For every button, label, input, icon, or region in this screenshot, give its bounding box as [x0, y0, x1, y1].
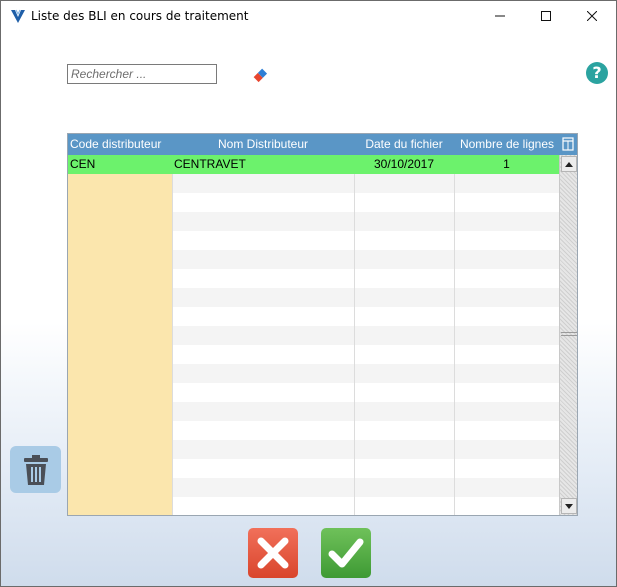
- table-row[interactable]: [68, 212, 559, 231]
- table-row[interactable]: [68, 288, 559, 307]
- maximize-icon: [541, 11, 551, 21]
- table-row[interactable]: [68, 497, 559, 515]
- cell-date: 30/10/2017: [373, 157, 435, 171]
- column-header-code[interactable]: Code distributeur: [70, 134, 172, 155]
- table-row[interactable]: [68, 383, 559, 402]
- checkmark-icon: [328, 538, 364, 568]
- eraser-icon[interactable]: [251, 66, 269, 84]
- table-row[interactable]: [68, 231, 559, 250]
- column-header-date[interactable]: Date du fichier: [354, 134, 454, 155]
- cell-nombre: 1: [503, 157, 510, 171]
- table-row[interactable]: [68, 478, 559, 497]
- minimize-button[interactable]: [477, 1, 523, 31]
- table-row[interactable]: [68, 174, 559, 193]
- scroll-down-icon: [565, 503, 573, 509]
- column-config-icon[interactable]: [562, 137, 574, 151]
- maximize-button[interactable]: [523, 1, 569, 31]
- scroll-up-icon: [565, 161, 573, 167]
- bli-table: Code distributeur Nom Distributeur Date …: [67, 133, 578, 516]
- delete-button[interactable]: [10, 446, 61, 493]
- cancel-button[interactable]: [248, 528, 298, 578]
- help-icon[interactable]: ?: [586, 62, 608, 84]
- window-title: Liste des BLI en cours de traitement: [31, 9, 249, 23]
- table-body: CEN CENTRAVET 30/10/2017 1: [68, 155, 559, 515]
- table-row[interactable]: CEN CENTRAVET 30/10/2017 1: [68, 155, 559, 174]
- table-row[interactable]: [68, 421, 559, 440]
- scroll-up-button[interactable]: [561, 156, 577, 172]
- table-header: Code distributeur Nom Distributeur Date …: [68, 134, 577, 155]
- column-header-nombre[interactable]: Nombre de lignes: [454, 134, 560, 155]
- table-row[interactable]: [68, 440, 559, 459]
- scroll-thumb-grip[interactable]: [561, 332, 577, 336]
- table-row[interactable]: [68, 193, 559, 212]
- table-row[interactable]: [68, 326, 559, 345]
- table-row[interactable]: [68, 459, 559, 478]
- column-header-nom[interactable]: Nom Distributeur: [172, 134, 354, 155]
- table-row[interactable]: [68, 345, 559, 364]
- cell-code: CEN: [70, 157, 96, 171]
- table-row[interactable]: [68, 364, 559, 383]
- ok-button[interactable]: [321, 528, 371, 578]
- table-row[interactable]: [68, 307, 559, 326]
- vertical-scrollbar[interactable]: [559, 155, 577, 515]
- dialog-window: Liste des BLI en cours de traitement ? C…: [0, 0, 617, 587]
- table-row[interactable]: [68, 250, 559, 269]
- table-row[interactable]: [68, 269, 559, 288]
- cancel-x-icon: [257, 537, 289, 569]
- trash-icon: [23, 454, 48, 485]
- app-logo-icon: [11, 9, 25, 23]
- minimize-icon: [495, 15, 505, 17]
- close-icon: [587, 11, 597, 21]
- table-row[interactable]: [68, 402, 559, 421]
- scroll-down-button[interactable]: [561, 498, 577, 514]
- close-window-button[interactable]: [569, 1, 615, 31]
- cell-nom: CENTRAVET: [174, 157, 246, 171]
- search-input[interactable]: [67, 64, 217, 84]
- title-bar: Liste des BLI en cours de traitement: [1, 1, 616, 31]
